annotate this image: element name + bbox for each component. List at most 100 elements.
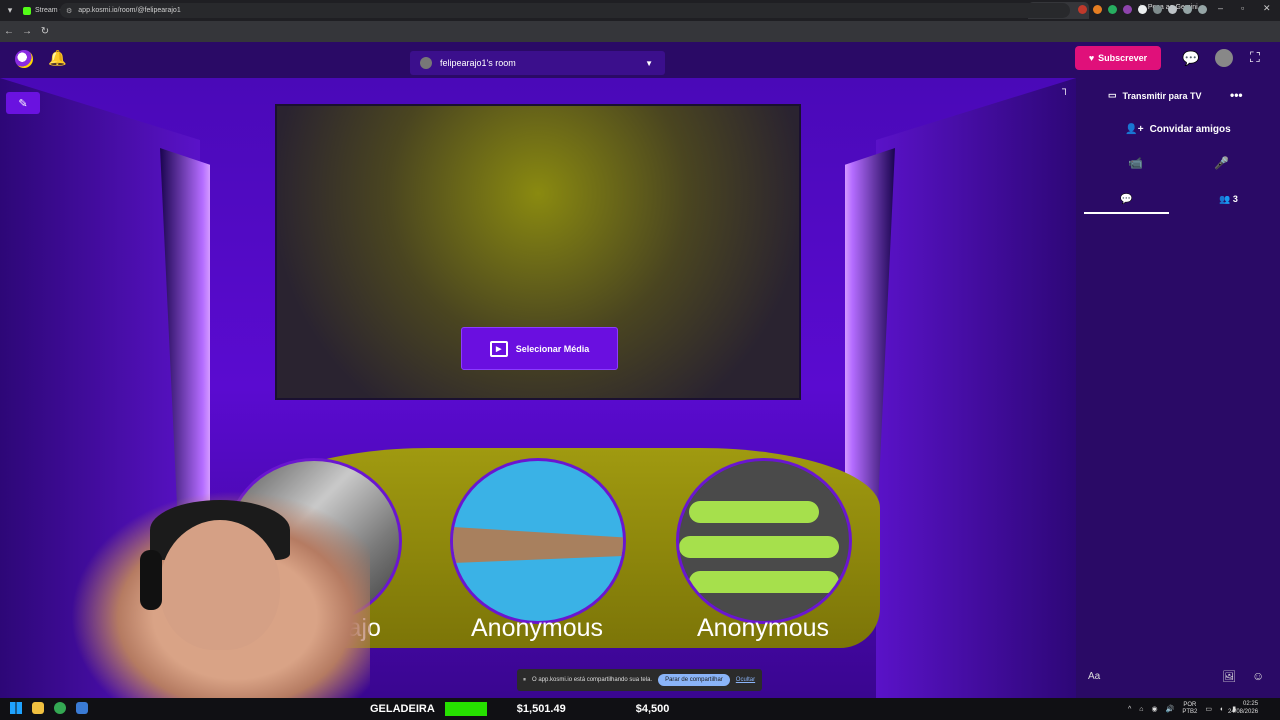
volume-icon[interactable]: 🔊 xyxy=(1166,705,1175,713)
seat-avatar-2[interactable] xyxy=(450,458,626,624)
ticker-price-1: $1,501.49 xyxy=(516,703,566,715)
price-ticker: GELADEIRA $1,501.49 $4,500 xyxy=(370,699,669,719)
fullscreen-icon[interactable]: ⛶ xyxy=(1250,49,1260,66)
stop-sharing-button[interactable]: Parar de compartilhar xyxy=(658,674,730,686)
tab-search-icon[interactable]: ▾ xyxy=(0,0,20,21)
anteater-avatar-image xyxy=(453,527,623,563)
extension-icon[interactable] xyxy=(1123,5,1132,14)
chat-input[interactable]: Aa 🖼 ☺ xyxy=(1076,660,1280,692)
share-message: O app.kosmi.io está compartilhando sua t… xyxy=(532,677,653,683)
more-options-icon[interactable]: ••• xyxy=(1230,88,1243,102)
profile-icon[interactable] xyxy=(1198,5,1207,14)
back-icon[interactable]: ← xyxy=(0,26,18,37)
network-icon[interactable]: ⌂ xyxy=(1139,706,1143,713)
screen-share-bar: ⏸ O app.kosmi.io está compartilhando sua… xyxy=(517,669,762,691)
media-screen: ▶ Selecionar Média xyxy=(275,104,801,400)
notification-bell-icon[interactable]: 🔔 xyxy=(48,49,67,67)
extension-icon[interactable] xyxy=(1108,5,1117,14)
select-media-button[interactable]: ▶ Selecionar Média xyxy=(461,327,618,370)
download-icon[interactable] xyxy=(1183,5,1192,14)
hide-link[interactable]: Ocultar xyxy=(736,677,755,683)
user-avatar[interactable] xyxy=(1215,49,1233,67)
app-icon[interactable] xyxy=(76,702,88,714)
clock-time: 02:25 xyxy=(1243,701,1259,707)
headset-icon xyxy=(140,550,162,610)
chat-tab-icon: 💬 xyxy=(1120,194,1133,205)
maximize-icon[interactable]: ▫ xyxy=(1241,3,1244,13)
chrome-icon[interactable] xyxy=(54,702,66,714)
wifi-icon[interactable]: ◉ xyxy=(1152,705,1158,713)
file-explorer-icon[interactable] xyxy=(32,702,44,714)
system-tray: ^ ⌂ ◉ 🔊 POR PTB2 ▭ ◐ ▮ xyxy=(1128,702,1236,716)
play-media-icon: ▶ xyxy=(489,340,508,357)
kosmi-logo-icon[interactable] xyxy=(15,50,33,68)
speaker-icon[interactable]: ◐ xyxy=(1220,706,1224,713)
app-header: 🔔 felipearajo1's room ▼ ♥ Subscrever 💬 ⛶ xyxy=(0,42,1280,78)
url-field[interactable]: ⚙ app.kosmi.io/room/@felipearajo1 xyxy=(60,3,1070,18)
url-text: app.kosmi.io/room/@felipearajo1 xyxy=(78,7,181,14)
ticker-price-2: $4,500 xyxy=(635,703,670,715)
snake-avatar-image xyxy=(689,501,819,523)
people-icon: 👥 xyxy=(1219,194,1231,204)
minimize-icon[interactable]: – xyxy=(1218,3,1223,13)
microphone-icon[interactable]: 🎤 xyxy=(1214,156,1229,170)
invite-label: Convidar amigos xyxy=(1149,123,1231,135)
right-sidebar: ▭ Transmitir para TV ••• 👤+ Convidar ami… xyxy=(1076,78,1280,698)
cast-icon: ▭ xyxy=(1108,90,1117,100)
cast-label: Transmitir para TV xyxy=(1122,90,1202,101)
chat-placeholder: Aa xyxy=(1088,670,1101,682)
people-count: 3 xyxy=(1232,194,1238,204)
tab-favicon-icon xyxy=(23,6,31,15)
seat-avatar-3[interactable] xyxy=(676,458,852,624)
tab-people[interactable]: 👥 3 xyxy=(1186,190,1271,214)
subscribe-label: Subscrever xyxy=(1098,53,1148,63)
extension-icon[interactable] xyxy=(1138,5,1147,14)
webcam-overlay xyxy=(70,490,370,720)
site-info-icon[interactable]: ⚙ xyxy=(66,7,72,15)
corner-handle-icon[interactable]: ┐ xyxy=(1062,84,1069,95)
address-bar-row: ← → ↻ xyxy=(0,21,1280,42)
invite-friends-button[interactable]: 👤+ Convidar amigos xyxy=(1098,116,1258,142)
language-indicator[interactable]: POR PTB2 xyxy=(1182,702,1197,716)
extension-icons xyxy=(1078,5,1207,14)
seat-name-3: Anonymous xyxy=(696,614,830,642)
paintbrush-icon[interactable]: ✎ xyxy=(6,92,40,114)
windows-start-icon[interactable] xyxy=(10,702,22,714)
select-media-label: Selecionar Média xyxy=(515,343,590,354)
forward-icon[interactable]: → xyxy=(18,26,36,37)
extension-icon[interactable] xyxy=(1078,5,1087,14)
image-upload-icon[interactable]: 🖼 xyxy=(1222,670,1236,683)
snake-avatar-image xyxy=(679,536,839,558)
lang-top: POR xyxy=(1183,702,1197,708)
snake-avatar-image xyxy=(689,571,839,593)
camera-icon[interactable]: 📹 xyxy=(1128,156,1143,170)
webcam-face xyxy=(160,520,280,650)
close-window-icon[interactable]: ✕ xyxy=(1263,3,1271,14)
clock-date: 24/08/2026 xyxy=(1228,709,1259,715)
extension-icon[interactable] xyxy=(1093,5,1102,14)
room-selector[interactable]: felipearajo1's room ▼ xyxy=(410,51,665,75)
extension-icon[interactable] xyxy=(1168,5,1177,14)
extension-icon[interactable] xyxy=(1153,5,1162,14)
chevron-down-icon: ▼ xyxy=(645,58,653,68)
clock[interactable]: 02:25 24/08/2026 xyxy=(1228,700,1258,716)
ticker-green-block xyxy=(444,702,487,716)
taskbar: GELADEIRA $1,501.49 $4,500 ^ ⌂ ◉ 🔊 POR P… xyxy=(0,698,1280,720)
chevron-up-icon[interactable]: ^ xyxy=(1128,706,1131,713)
seat-name-2: Anonymous xyxy=(470,614,604,642)
cast-to-tv-button[interactable]: ▭ Transmitir para TV xyxy=(1108,90,1202,101)
emoji-icon[interactable]: ☺ xyxy=(1252,669,1264,683)
room-avatar xyxy=(420,57,432,69)
right-wall xyxy=(876,78,1076,698)
monitor-icon[interactable]: ▭ xyxy=(1205,705,1212,713)
chat-bubble-icon[interactable]: 💬 xyxy=(1182,50,1199,67)
reload-icon[interactable]: ↻ xyxy=(36,26,54,37)
lang-bottom: PTB2 xyxy=(1182,709,1198,715)
pause-icon: ⏸ xyxy=(523,676,527,683)
room-name: felipearajo1's room xyxy=(440,58,516,68)
ticker-label: GELADEIRA xyxy=(370,703,435,715)
tab-chat[interactable]: 💬 xyxy=(1084,190,1169,214)
subscribe-button[interactable]: ♥ Subscrever xyxy=(1075,46,1161,70)
heart-icon: ♥ xyxy=(1088,53,1095,63)
add-user-icon: 👤+ xyxy=(1125,123,1144,135)
